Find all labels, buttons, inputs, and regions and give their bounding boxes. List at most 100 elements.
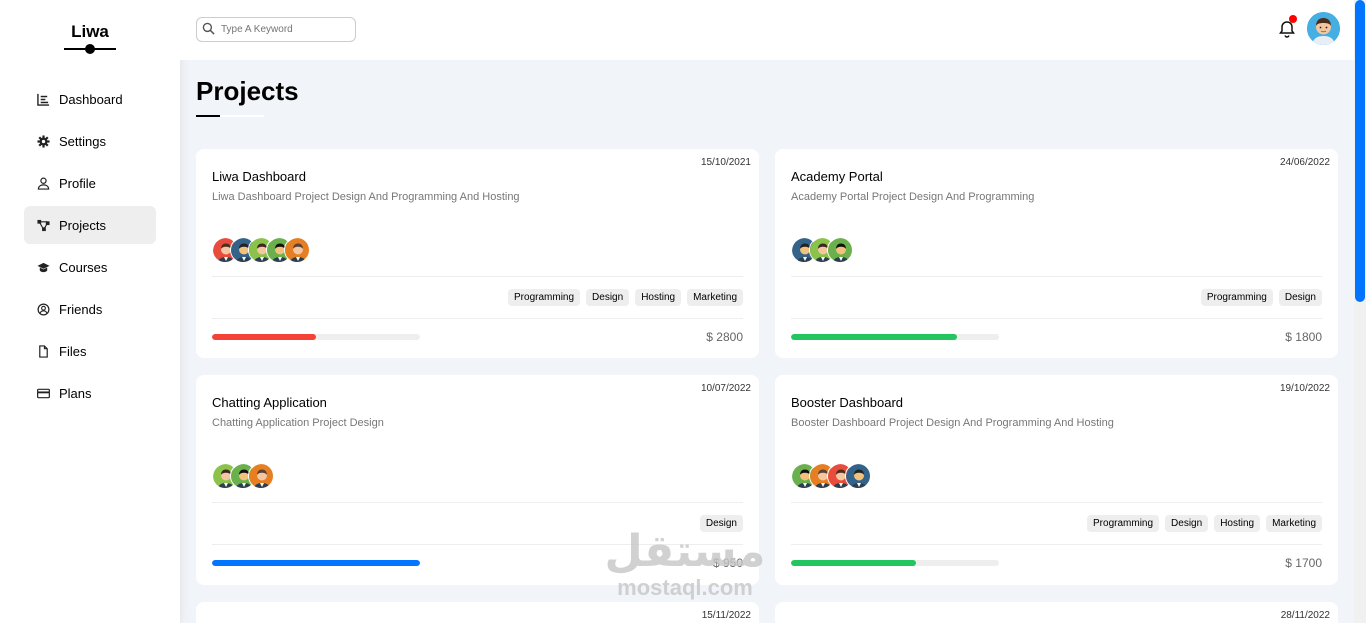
project-date: 19/10/2022	[1279, 383, 1330, 394]
user-icon	[36, 176, 50, 190]
graduation-cap-icon	[36, 260, 50, 274]
project-name: Academy Portal	[791, 169, 883, 184]
project-tag: Design	[1165, 515, 1209, 532]
user-circle-icon	[36, 302, 50, 316]
progress-bar	[791, 334, 999, 340]
sidebar-item-dashboard[interactable]: Dashboard	[24, 80, 156, 118]
progress-fill	[212, 334, 316, 340]
progress-bar	[212, 560, 420, 566]
progress-fill	[791, 334, 958, 340]
divider	[212, 276, 743, 277]
sidebar-item-label: Projects	[59, 217, 106, 233]
sidebar-item-projects[interactable]: Projects	[24, 206, 156, 244]
project-card[interactable]: 19/10/2022 Booster Dashboard Booster Das…	[775, 375, 1338, 585]
sidebar-item-files[interactable]: Files	[24, 332, 156, 370]
divider	[212, 318, 743, 319]
project-price: $ 950	[712, 556, 743, 570]
project-card[interactable]: 28/11/2022	[775, 602, 1338, 623]
logo: Liwa	[71, 22, 109, 41]
sidebar: Liwa Dashboard Settings Profile Projects…	[0, 0, 180, 623]
project-tags: Programming Design Hosting Marketing	[508, 289, 743, 306]
search-input[interactable]	[196, 17, 356, 42]
project-tag: Design	[1278, 289, 1322, 306]
gear-icon	[36, 134, 50, 148]
project-card[interactable]: 15/11/2022	[196, 602, 759, 623]
project-tag: Programming	[1087, 515, 1160, 532]
progress-bar	[791, 560, 999, 566]
project-description: Academy Portal Project Design And Progra…	[791, 191, 1035, 203]
chart-icon	[36, 92, 50, 106]
sidebar-item-label: Dashboard	[59, 91, 123, 107]
sidebar-item-label: Profile	[59, 175, 96, 191]
divider	[791, 276, 1322, 277]
project-date: 28/11/2022	[1280, 610, 1330, 621]
project-name: Chatting Application	[212, 395, 327, 410]
project-price: $ 1700	[1285, 556, 1322, 570]
project-card[interactable]: 24/06/2022 Academy Portal Academy Portal…	[775, 149, 1338, 358]
project-description: Chatting Application Project Design	[212, 417, 384, 429]
notification-badge	[1289, 15, 1297, 23]
project-team	[791, 463, 871, 491]
project-tag: Programming	[1200, 289, 1273, 306]
project-name: Booster Dashboard	[791, 395, 904, 410]
scrollbar-track[interactable]	[1354, 0, 1366, 623]
project-tags: Programming Design	[1200, 289, 1322, 306]
sidebar-item-label: Friends	[59, 301, 103, 317]
sidebar-item-label: Courses	[59, 259, 108, 275]
divider	[791, 502, 1322, 503]
sidebar-item-profile[interactable]: Profile	[24, 164, 156, 202]
sidebar-item-courses[interactable]: Courses	[24, 248, 156, 286]
project-tags: Design	[699, 515, 743, 532]
project-price: $ 2800	[706, 330, 743, 344]
divider	[791, 544, 1322, 545]
logo-dot	[85, 44, 95, 54]
project-tag: Design	[586, 289, 630, 306]
project-description: Booster Dashboard Project Design And Pro…	[791, 417, 1114, 429]
project-team	[212, 463, 274, 491]
divider	[791, 318, 1322, 319]
project-description: Liwa Dashboard Project Design And Progra…	[212, 191, 520, 203]
project-date: 15/10/2021	[700, 157, 751, 168]
project-card[interactable]: 15/10/2021 Liwa Dashboard Liwa Dashboard…	[196, 149, 759, 358]
divider	[212, 502, 743, 503]
project-card[interactable]: 10/07/2022 Chatting Application Chatting…	[196, 375, 759, 585]
sidebar-item-settings[interactable]: Settings	[24, 122, 156, 160]
divider	[212, 544, 743, 545]
sidebar-item-label: Settings	[59, 133, 106, 149]
progress-bar	[212, 334, 420, 340]
sidebar-item-plans[interactable]: Plans	[24, 374, 156, 412]
team-member-avatar	[284, 237, 310, 263]
project-tag: Programming	[508, 289, 581, 306]
project-tag: Hosting	[1214, 515, 1261, 532]
team-member-avatar	[845, 463, 871, 489]
sidebar-item-label: Files	[59, 343, 87, 359]
sidebar-nav: Dashboard Settings Profile Projects Cour…	[24, 80, 156, 416]
team-member-avatar	[827, 237, 853, 263]
project-team	[791, 237, 853, 265]
page-title: Projects	[196, 76, 299, 106]
sidebar-item-friends[interactable]: Friends	[24, 290, 156, 328]
team-member-avatar	[248, 463, 274, 489]
project-tag: Marketing	[687, 289, 743, 306]
avatar[interactable]	[1307, 12, 1340, 45]
project-tags: Programming Design Hosting Marketing	[1087, 515, 1322, 532]
progress-fill	[791, 560, 916, 566]
project-date: 15/11/2022	[701, 610, 751, 621]
sidebar-item-label: Plans	[59, 385, 92, 401]
diagram-icon	[36, 218, 50, 232]
credit-card-icon	[36, 386, 50, 400]
project-date: 10/07/2022	[700, 383, 751, 394]
scrollbar-thumb[interactable]	[1355, 0, 1365, 302]
project-date: 24/06/2022	[1279, 157, 1330, 168]
project-tag: Design	[699, 515, 743, 532]
project-price: $ 1800	[1285, 330, 1322, 344]
project-team	[212, 237, 310, 265]
search-icon	[202, 22, 215, 35]
progress-fill	[212, 560, 420, 566]
title-underline	[196, 115, 220, 117]
project-name: Liwa Dashboard	[212, 169, 306, 184]
project-tag: Marketing	[1266, 515, 1322, 532]
top-header	[180, 0, 1354, 60]
project-tag: Hosting	[635, 289, 682, 306]
file-icon	[36, 344, 50, 358]
